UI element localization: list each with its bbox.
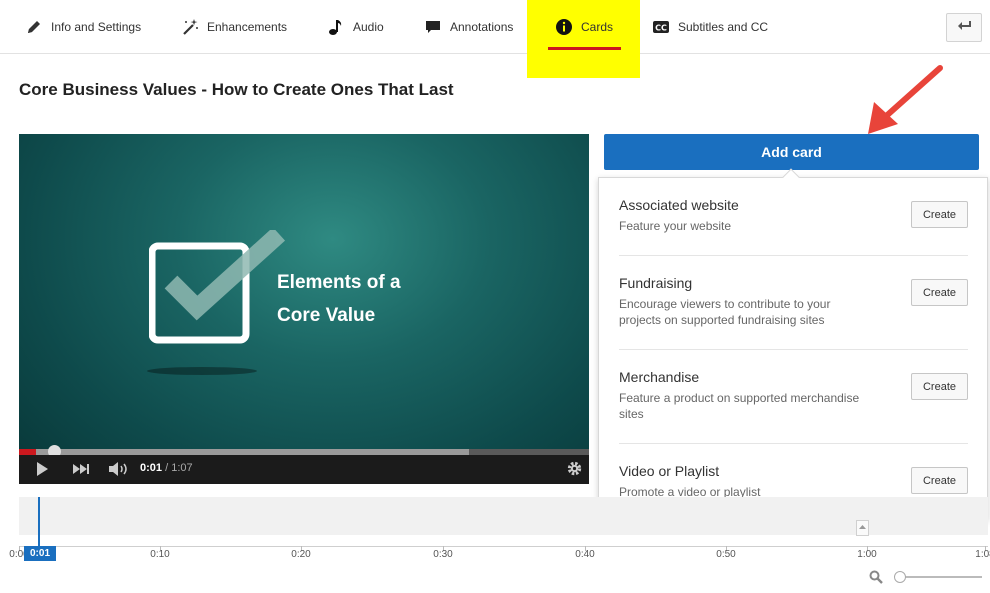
tab-label: Audio: [353, 20, 384, 34]
video-title: Core Business Values - How to Create One…: [19, 80, 454, 99]
pencil-icon: [25, 18, 43, 36]
settings-gear-icon[interactable]: [566, 460, 583, 482]
playhead-time-label[interactable]: 0:01: [24, 546, 56, 561]
menu-caret: [782, 168, 800, 186]
speech-bubble-icon: [424, 18, 442, 36]
timeline-tick-label: 0:30: [433, 549, 453, 560]
music-note-icon: [327, 18, 345, 36]
tab-subtitles-and-cc[interactable]: CC Subtitles and CC: [652, 0, 768, 54]
cc-icon: CC: [652, 18, 670, 36]
duration: / 1:07: [165, 462, 193, 474]
zoom-slider-handle[interactable]: [894, 571, 906, 583]
menu-divider: [619, 349, 968, 350]
back-arrow-icon: [956, 18, 972, 37]
tab-info-and-settings[interactable]: Info and Settings: [25, 0, 141, 54]
card-type-description: Encourage viewers to contribute to your …: [619, 297, 831, 327]
magic-wand-icon: [181, 18, 199, 36]
tab-label: Annotations: [450, 20, 514, 34]
red-annotation-arrow-icon: [868, 65, 943, 134]
card-type-description: Feature a product on supported merchandi…: [619, 391, 860, 421]
timeline-tick-label: 1:00: [857, 549, 877, 560]
tab-cards[interactable]: Cards: [548, 0, 621, 54]
tab-enhancements[interactable]: Enhancements: [181, 0, 287, 54]
info-circle-icon: [555, 18, 573, 36]
create-fundraising-button[interactable]: Create: [911, 279, 968, 306]
tab-annotations[interactable]: Annotations: [424, 0, 513, 54]
menu-divider: [619, 255, 968, 256]
timeline-tick-label: 0:10: [150, 549, 170, 560]
card-marker-icon[interactable]: [856, 520, 869, 536]
tab-audio[interactable]: Audio: [327, 0, 384, 54]
timeline-tick-label: 0:40: [575, 549, 595, 560]
timeline-ruler: [19, 546, 988, 547]
back-button[interactable]: [946, 13, 982, 42]
checkbox-check-graphic: [149, 230, 286, 344]
menu-divider: [619, 443, 968, 444]
card-type-video-or-playlist: Video or Playlist Promote a video or pla…: [619, 463, 968, 500]
player-controls: 0:01 / 1:07: [19, 455, 589, 484]
timeline-tick-label: 0:20: [291, 549, 311, 560]
card-type-merchandise: Merchandise Feature a product on support…: [619, 369, 968, 422]
svg-text:CC: CC: [655, 23, 667, 32]
video-player[interactable]: Elements of a Core Value 0:01 / 1:07: [19, 134, 589, 484]
video-frame-text-line2: Core Value: [277, 305, 376, 326]
zoom-slider[interactable]: [900, 576, 982, 578]
create-associated-website-button[interactable]: Create: [911, 201, 968, 228]
card-type-description: Feature your website: [619, 219, 732, 233]
card-type-menu: Associated website Feature your website …: [598, 168, 988, 520]
tab-label: Info and Settings: [51, 20, 142, 34]
tab-label: Cards: [581, 20, 614, 34]
card-timeline-track[interactable]: [19, 497, 988, 535]
timeline-tick-label: 0:50: [716, 549, 736, 560]
graphic-shadow: [147, 367, 257, 375]
active-tab-underline: [548, 47, 621, 50]
card-type-fundraising: Fundraising Encourage viewers to contrib…: [619, 275, 968, 328]
tab-label: Enhancements: [207, 20, 288, 34]
tab-label: Subtitles and CC: [678, 20, 769, 34]
create-merchandise-button[interactable]: Create: [911, 373, 968, 400]
timeline-tick-label: 1:08: [975, 549, 990, 560]
editor-tab-bar: Info and Settings Enhancements Audio Ann…: [0, 0, 990, 78]
volume-icon[interactable]: [108, 461, 130, 482]
next-icon[interactable]: [72, 461, 90, 482]
add-card-button[interactable]: Add card: [604, 134, 979, 170]
zoom-magnifier-icon: [869, 570, 883, 589]
create-video-or-playlist-button[interactable]: Create: [911, 467, 968, 494]
play-icon[interactable]: [35, 461, 49, 482]
video-frame-text-line1: Elements of a: [277, 272, 401, 293]
current-time: 0:01: [140, 462, 163, 474]
playhead-line[interactable]: [38, 497, 40, 547]
card-type-associated-website: Associated website Feature your website …: [619, 197, 968, 234]
time-display: 0:01 / 1:07: [140, 462, 193, 474]
